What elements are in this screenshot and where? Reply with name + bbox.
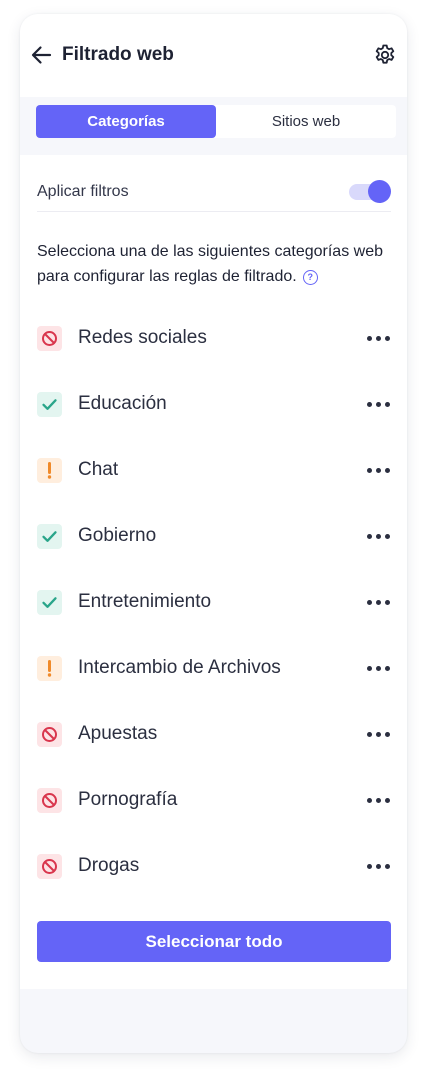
- category-row[interactable]: Redes sociales: [37, 322, 393, 388]
- dot: [367, 468, 372, 473]
- dot: [376, 864, 381, 869]
- category-label: Apuestas: [78, 723, 158, 744]
- more-options-icon[interactable]: [367, 462, 391, 480]
- apply-filters-label: Aplicar filtros: [37, 183, 129, 200]
- dot: [376, 666, 381, 671]
- dot: [367, 600, 372, 605]
- tab-categorias[interactable]: Categorías: [36, 105, 216, 138]
- filter-card: Aplicar filtros Selecciona una de las si…: [20, 155, 407, 989]
- exclamation-icon: [47, 660, 52, 677]
- dot: [376, 600, 381, 605]
- apply-filters-row: Aplicar filtros: [37, 175, 391, 212]
- status-block-icon: [37, 326, 62, 351]
- tab-sitios-web[interactable]: Sitios web: [216, 105, 396, 138]
- block-icon: [42, 331, 57, 346]
- category-label: Chat: [78, 459, 119, 480]
- back-button[interactable]: [30, 43, 54, 67]
- dot: [385, 732, 390, 737]
- status-exclamation-icon: [37, 656, 62, 681]
- dot: [367, 864, 372, 869]
- status-check-icon: [37, 590, 62, 615]
- category-list: Redes sociales Educación Chat Gobierno Entre…: [37, 322, 393, 916]
- more-options-icon[interactable]: [367, 792, 391, 810]
- arrow-left-icon: [31, 46, 52, 64]
- check-icon: [42, 399, 57, 410]
- category-label: Redes sociales: [78, 327, 207, 348]
- category-row[interactable]: Chat: [37, 454, 393, 520]
- dot: [385, 336, 390, 341]
- dot: [376, 402, 381, 407]
- category-label: Educación: [78, 393, 167, 414]
- status-block-icon: [37, 854, 62, 879]
- status-check-icon: [37, 392, 62, 417]
- apply-filters-toggle[interactable]: [349, 180, 391, 204]
- category-row[interactable]: Entretenimiento: [37, 586, 393, 652]
- dot: [367, 336, 372, 341]
- dot: [376, 468, 381, 473]
- status-exclamation-icon: [37, 458, 62, 483]
- dot: [385, 468, 390, 473]
- category-label: Entretenimiento: [78, 591, 212, 612]
- dot: [367, 402, 372, 407]
- category-label: Intercambio de Archivos: [78, 657, 281, 678]
- category-row[interactable]: Apuestas: [37, 718, 393, 784]
- more-options-icon[interactable]: [367, 858, 391, 876]
- description-text: Selecciona una de las siguientes categor…: [37, 243, 383, 285]
- dot: [385, 864, 390, 869]
- dot: [385, 666, 390, 671]
- dot: [367, 798, 372, 803]
- dot: [376, 336, 381, 341]
- dot: [367, 534, 372, 539]
- dot: [385, 534, 390, 539]
- category-row[interactable]: Pornografía: [37, 784, 393, 850]
- description: Selecciona una de las siguientes categor…: [37, 239, 393, 289]
- exclamation-icon: [47, 462, 52, 479]
- settings-button[interactable]: [373, 43, 397, 67]
- toggle-knob: [368, 180, 391, 203]
- category-label: Drogas: [78, 855, 140, 876]
- check-icon: [42, 531, 57, 542]
- category-label: Pornografía: [78, 789, 178, 810]
- help-icon[interactable]: ?: [302, 270, 318, 285]
- dot: [376, 732, 381, 737]
- more-options-icon[interactable]: [367, 594, 391, 612]
- category-row[interactable]: Drogas: [37, 850, 393, 916]
- dot: [376, 798, 381, 803]
- more-options-icon[interactable]: [367, 528, 391, 546]
- category-label: Gobierno: [78, 525, 157, 546]
- dot: [385, 600, 390, 605]
- category-row[interactable]: Educación: [37, 388, 393, 454]
- check-icon: [42, 597, 57, 608]
- block-icon: [42, 727, 57, 742]
- status-check-icon: [37, 524, 62, 549]
- dot: [376, 534, 381, 539]
- dot: [367, 666, 372, 671]
- dot: [385, 402, 390, 407]
- status-block-icon: [37, 788, 62, 813]
- tab-bar: Categorías Sitios web: [36, 105, 396, 138]
- select-all-button[interactable]: Seleccionar todo: [37, 921, 391, 962]
- category-row[interactable]: Gobierno: [37, 520, 393, 586]
- category-row[interactable]: Intercambio de Archivos: [37, 652, 393, 718]
- page-title: Filtrado web: [62, 44, 174, 65]
- dot: [367, 732, 372, 737]
- app-window: Filtrado web Categorías Sitios web Aplic…: [20, 14, 407, 1053]
- dot: [385, 798, 390, 803]
- block-icon: [42, 859, 57, 874]
- more-options-icon[interactable]: [367, 660, 391, 678]
- more-options-icon[interactable]: [367, 396, 391, 414]
- block-icon: [42, 793, 57, 808]
- more-options-icon[interactable]: [367, 726, 391, 744]
- header: Filtrado web: [20, 14, 407, 97]
- status-block-icon: [37, 722, 62, 747]
- gear-icon: [375, 44, 395, 64]
- more-options-icon[interactable]: [367, 330, 391, 348]
